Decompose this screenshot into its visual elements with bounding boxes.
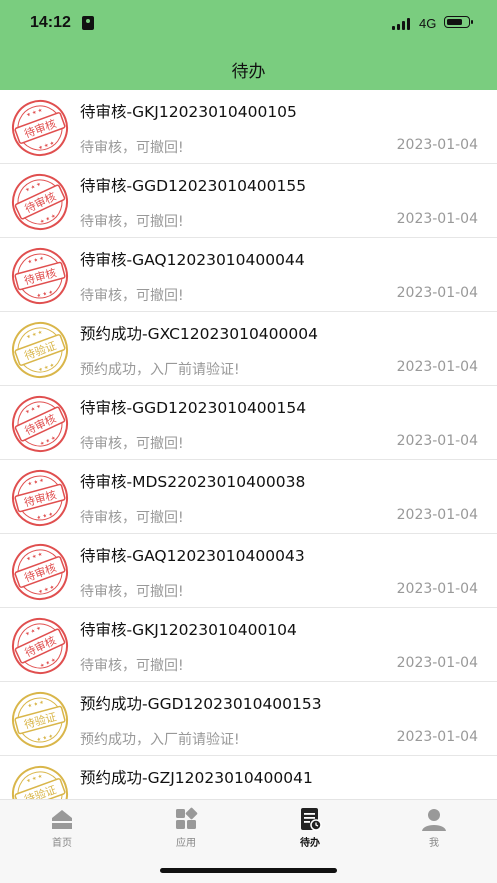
item-date: 2023-01-04 xyxy=(396,655,478,671)
item-subtitle: 待审核，可撤回! xyxy=(80,140,184,156)
item-title: 待审核-GGD12023010400154 xyxy=(80,399,307,417)
item-title: 待审核-GKJ12023010400104 xyxy=(80,621,297,639)
item-date: 2023-01-04 xyxy=(396,211,478,227)
list-item[interactable]: 待审核 ★ ★ ★ ★ ★ ★ 待审核-MDS22023010400038 待审核，可撤… xyxy=(0,460,497,534)
home-icon xyxy=(52,810,72,829)
item-title: 待审核-GGD12023010400155 xyxy=(80,177,307,195)
todo-list[interactable]: 待审核 ★ ★ ★ ★ ★ ★ 待审核-GKJ12023010400105 待审核，可撤… xyxy=(0,90,497,799)
item-date: 2023-01-04 xyxy=(396,507,478,523)
item-date: 2023-01-04 xyxy=(396,581,478,597)
svg-text:★ ★ ★: ★ ★ ★ xyxy=(38,362,56,374)
signal-icon xyxy=(392,18,414,30)
list-item[interactable]: 待验证 ★ ★ ★ ★ ★ ★ 预约成功-GXC12023010400004 预约成功，… xyxy=(0,312,497,386)
status-stamp-icon: 待审核★ ★ ★★ ★ ★ xyxy=(12,174,68,230)
item-subtitle: 待审核，可撤回! xyxy=(80,288,184,304)
status-stamp-icon: 待审核★ ★ ★★ ★ ★ xyxy=(12,544,68,600)
app-header: 14:12 4G 待办 xyxy=(0,0,497,90)
svg-text:★ ★ ★: ★ ★ ★ xyxy=(24,181,42,194)
tab-label: 我 xyxy=(429,838,439,849)
status-stamp-icon: 待审核★ ★ ★★ ★ ★ xyxy=(12,100,68,156)
status-stamp-icon: 待审核★ ★ ★★ ★ ★ xyxy=(12,248,68,304)
status-stamp-icon: 待验证★ ★ ★★ ★ ★ xyxy=(12,322,68,378)
svg-text:★ ★ ★: ★ ★ ★ xyxy=(38,140,56,152)
item-title: 待审核-GKJ12023010400105 xyxy=(80,103,297,121)
item-date: 2023-01-04 xyxy=(396,433,478,449)
status-time: 14:12 xyxy=(30,14,71,31)
item-date: 2023-01-04 xyxy=(396,359,478,375)
status-stamp-icon: 待审核★ ★ ★★ ★ ★ xyxy=(12,396,68,452)
item-subtitle: 待审核，可撤回! xyxy=(80,510,184,526)
tab-home[interactable]: 首页 xyxy=(22,805,102,850)
tab-apps[interactable]: 应用 xyxy=(146,805,226,850)
item-subtitle: 待审核，可撤回! xyxy=(80,584,184,600)
svg-text:★ ★ ★: ★ ★ ★ xyxy=(24,403,42,416)
tab-label: 应用 xyxy=(176,838,196,849)
user-icon xyxy=(422,809,446,831)
tab-label: 待办 xyxy=(300,838,320,849)
tab-todo[interactable]: 待办 xyxy=(270,805,350,850)
item-subtitle: 待审核，可撤回! xyxy=(80,214,184,230)
list-item[interactable]: 待审核 ★ ★ ★ ★ ★ ★ 待审核-GKJ12023010400105 待审核，可撤… xyxy=(0,90,497,164)
list-item[interactable]: 待验证 ★ ★ ★ ★ ★ ★ 预约成功-GGD12023010400153 预约成功，… xyxy=(0,682,497,756)
item-subtitle: 待审核，可撤回! xyxy=(80,436,184,452)
svg-text:★ ★ ★: ★ ★ ★ xyxy=(38,584,56,596)
page-title: 待办 xyxy=(231,62,266,82)
list-item[interactable]: 待审核 ★ ★ ★ ★ ★ ★ 待审核-GAQ12023010400044 待审核，可撤… xyxy=(0,238,497,312)
svg-text:★ ★ ★: ★ ★ ★ xyxy=(24,625,42,638)
item-title: 待审核-GAQ12023010400044 xyxy=(80,251,305,269)
item-subtitle: 预约成功，入厂前请验证! xyxy=(80,362,240,378)
item-title: 预约成功-GGD12023010400153 xyxy=(80,695,322,713)
network-type: 4G xyxy=(419,16,437,31)
apps-icon xyxy=(176,807,198,829)
status-stamp-icon: 待审核★ ★ ★★ ★ ★ xyxy=(12,470,68,526)
list-item[interactable]: 待审核 ★ ★ ★ ★ ★ ★ 待审核-GAQ12023010400043 待审核，可撤… xyxy=(0,534,497,608)
todo-icon xyxy=(301,808,322,831)
tab-user[interactable]: 我 xyxy=(394,805,474,850)
item-date: 2023-01-04 xyxy=(396,137,478,153)
item-subtitle: 预约成功，入厂前请验证! xyxy=(80,732,240,748)
list-item[interactable]: 待审核 ★ ★ ★ ★ ★ ★ 待审核-GGD12023010400154 待审核，可撤… xyxy=(0,386,497,460)
item-date: 2023-01-04 xyxy=(396,285,478,301)
status-stamp-icon: 待验证★ ★ ★★ ★ ★ xyxy=(12,766,68,799)
home-indicator xyxy=(160,868,337,873)
battery-icon xyxy=(444,16,473,28)
id-card-icon xyxy=(82,16,94,30)
item-subtitle: 待审核，可撤回! xyxy=(80,658,184,674)
tab-label: 首页 xyxy=(52,838,72,849)
status-bar: 14:12 4G xyxy=(0,0,497,48)
list-item[interactable]: 待审核 ★ ★ ★ ★ ★ ★ 待审核-GGD12023010400155 待审核，可撤… xyxy=(0,164,497,238)
item-title: 待审核-GAQ12023010400043 xyxy=(80,547,305,565)
item-title: 预约成功-GXC12023010400004 xyxy=(80,325,318,343)
list-item[interactable]: 待审核 ★ ★ ★ ★ ★ ★ 待审核-GKJ12023010400104 待审核，可撤… xyxy=(0,608,497,682)
item-title: 预约成功-GZJ12023010400041 xyxy=(80,769,313,787)
status-stamp-icon: 待审核★ ★ ★★ ★ ★ xyxy=(12,618,68,674)
list-item[interactable]: 待验证★ ★ ★★ ★ ★预约成功-GZJ12023010400041预约成功，… xyxy=(0,756,497,799)
item-date: 2023-01-04 xyxy=(396,729,478,745)
status-stamp-icon: 待验证★ ★ ★★ ★ ★ xyxy=(12,692,68,748)
item-title: 待审核-MDS22023010400038 xyxy=(80,473,306,491)
